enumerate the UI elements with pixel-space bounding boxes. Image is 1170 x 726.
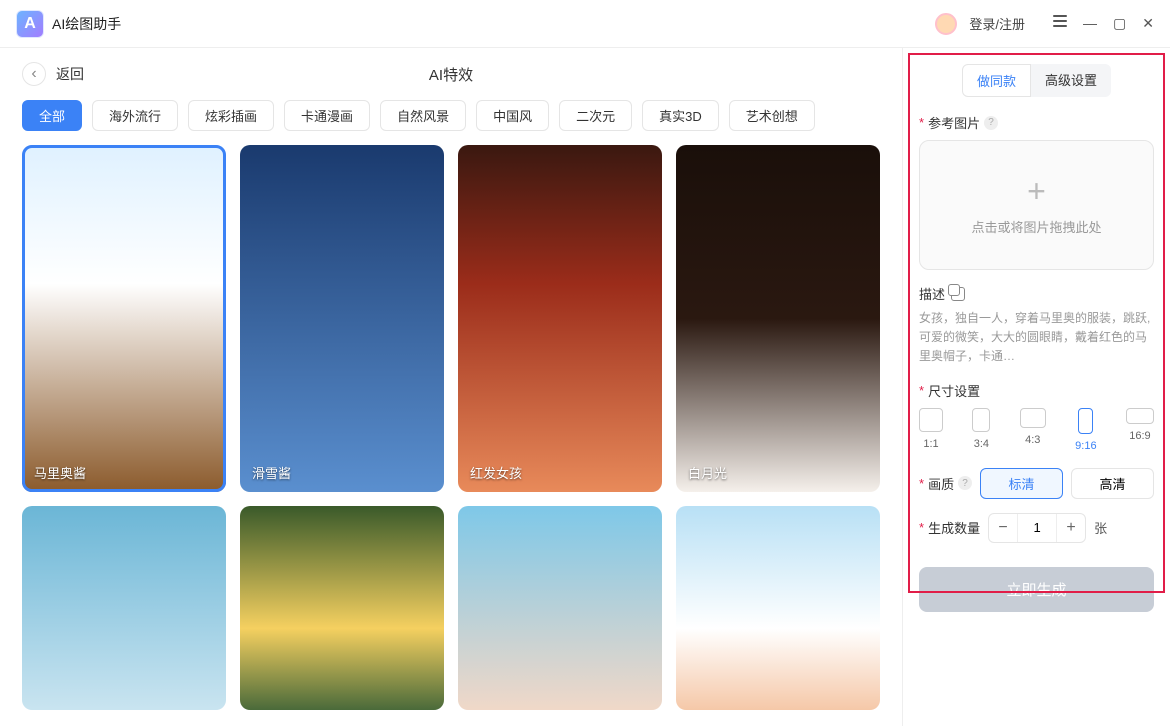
thumbnail [458,145,662,492]
app-title: AI绘图助手 [52,14,121,34]
gallery-card[interactable]: 红发女孩 [458,145,662,492]
tag-5[interactable]: 中国风 [476,100,549,131]
menu-icon[interactable] [1053,15,1067,32]
help-icon[interactable]: ? [958,476,972,490]
gallery-card[interactable]: 滑雪酱 [240,145,444,492]
tag-4[interactable]: 自然风景 [380,100,466,131]
size-option-4:3[interactable]: 4:3 [1020,408,1046,452]
desc-label: 描述 [919,284,945,303]
gallery-card[interactable] [458,506,662,710]
thumbnail [676,506,880,710]
card-label: 红发女孩 [470,463,522,482]
page-title: AI特效 [429,64,473,85]
gallery-card[interactable]: 白月光 [676,145,880,492]
thumbnail [22,506,226,710]
tag-row: 全部海外流行炫彩插画卡通漫画自然风景中国风二次元真实3D 艺术创想 [22,100,880,131]
size-option-16:9[interactable]: 16:9 [1126,408,1154,452]
desc-text: 女孩，独自一人，穿着马里奥的服装，跳跃,可爱的微笑，大大的圆眼睛，戴着红色的马里… [919,309,1154,367]
count-label: *生成数量 [919,518,980,537]
plus-icon: + [1027,175,1046,207]
size-option-1:1[interactable]: 1:1 [919,408,943,452]
titlebar: A AI绘图助手 登录/注册 — ▢ ✕ [0,0,1170,48]
tag-6[interactable]: 二次元 [559,100,632,131]
quality-label: *画质 ? [919,474,972,493]
size-options: 1:1 3:4 4:3 9:16 16:9 [919,408,1154,452]
gallery-card[interactable]: 马里奥酱 [22,145,226,492]
gallery-card[interactable] [240,506,444,710]
copy-icon[interactable] [951,287,965,301]
close-button[interactable]: ✕ [1142,15,1154,32]
thumbnail [240,506,444,710]
maximize-button[interactable]: ▢ [1113,15,1126,32]
gallery-card[interactable] [22,506,226,710]
tag-1[interactable]: 海外流行 [92,100,178,131]
count-value: 1 [1017,514,1057,542]
avatar[interactable] [935,13,957,35]
decrement-button[interactable]: − [989,514,1017,542]
generate-button[interactable]: 立即生成 [919,567,1154,612]
gallery-card[interactable] [676,506,880,710]
main-panel: ‹ 返回 AI特效 全部海外流行炫彩插画卡通漫画自然风景中国风二次元真实3D 艺术… [0,48,902,726]
thumbnail [22,145,226,492]
gallery: 马里奥酱 滑雪酱 红发女孩 白月光 [22,145,880,710]
side-tab-1[interactable]: 高级设置 [1031,64,1111,97]
app-logo: A [16,10,44,38]
login-link[interactable]: 登录/注册 [969,14,1025,33]
count-unit: 张 [1094,518,1107,537]
card-label: 马里奥酱 [34,463,86,482]
size-option-9:16[interactable]: 9:16 [1075,408,1096,452]
tag-8[interactable]: 艺术创想 [729,100,815,131]
quality-option-1[interactable]: 高清 [1071,468,1154,499]
tag-0[interactable]: 全部 [22,100,82,131]
side-tab-0[interactable]: 做同款 [962,64,1031,97]
back-label[interactable]: 返回 [56,64,84,84]
ref-image-label: *参考图片 ? [919,113,1154,132]
dropzone[interactable]: + 点击或将图片拖拽此处 [919,140,1154,270]
thumbnail [240,145,444,492]
side-panel: 做同款高级设置 *参考图片 ? + 点击或将图片拖拽此处 描述 女孩，独自一人，… [902,48,1170,726]
help-icon[interactable]: ? [984,116,998,130]
card-label: 白月光 [688,463,727,482]
size-option-3:4[interactable]: 3:4 [972,408,990,452]
increment-button[interactable]: + [1057,514,1085,542]
quality-option-0[interactable]: 标清 [980,468,1063,499]
side-tabs: 做同款高级设置 [919,64,1154,97]
card-label: 滑雪酱 [252,463,291,482]
thumbnail [458,506,662,710]
back-button[interactable]: ‹ [22,62,46,86]
quantity-stepper[interactable]: − 1 + [988,513,1086,543]
size-label: *尺寸设置 [919,381,1154,400]
tag-3[interactable]: 卡通漫画 [284,100,370,131]
tag-2[interactable]: 炫彩插画 [188,100,274,131]
thumbnail [676,145,880,492]
tag-7[interactable]: 真实3D [642,100,719,131]
minimize-button[interactable]: — [1083,15,1097,32]
